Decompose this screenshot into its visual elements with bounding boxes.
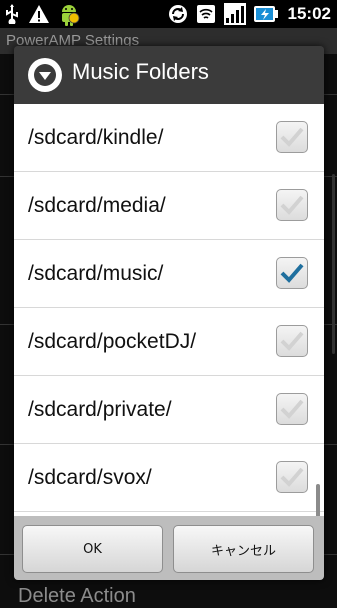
- folder-label: /sdcard/svox/: [28, 466, 152, 489]
- usb-icon: [4, 4, 20, 24]
- folder-item[interactable]: /sdcard/private/: [14, 376, 324, 444]
- folder-item[interactable]: /sdcard/svox/: [14, 444, 324, 512]
- wifi-icon: [196, 4, 216, 24]
- dialog-title: Music Folders: [72, 59, 209, 84]
- folder-item[interactable]: /sdcard/music/: [14, 240, 324, 308]
- ok-button[interactable]: OK: [22, 525, 163, 573]
- sync-icon: [168, 4, 188, 24]
- system-icons: 15:02: [168, 2, 331, 26]
- music-folders-dialog: Music Folders /sdcard/kindle/ /sdcard/me…: [14, 46, 324, 580]
- warning-icon: [28, 4, 50, 24]
- signal-icon: [223, 3, 246, 25]
- status-bar: 15:02: [0, 0, 337, 28]
- folder-label: /sdcard/pocketDJ/: [28, 330, 197, 353]
- background-item-delete-action[interactable]: Delete Action: [18, 585, 136, 608]
- folder-checkbox[interactable]: [276, 121, 308, 153]
- android-icon: [58, 2, 80, 26]
- folder-item[interactable]: /sdcard/kindle/: [14, 104, 324, 172]
- folder-label: /sdcard/private/: [28, 398, 172, 421]
- folder-checkbox[interactable]: [276, 393, 308, 425]
- folder-checkbox[interactable]: [276, 325, 308, 357]
- chevron-down-circle-icon: [28, 58, 62, 92]
- folder-checkbox[interactable]: [276, 461, 308, 493]
- background-scrollbar: [332, 174, 335, 354]
- folder-checkbox-checked[interactable]: [276, 257, 308, 289]
- folder-label: /sdcard/music/: [28, 262, 164, 285]
- clock: 15:02: [287, 4, 331, 23]
- battery-charging-icon: [253, 4, 278, 24]
- cancel-button[interactable]: キャンセル: [173, 525, 314, 573]
- folder-item[interactable]: /sdcard/pocketDJ/: [14, 308, 324, 376]
- folder-item[interactable]: /sdcard/media/: [14, 172, 324, 240]
- folder-checkbox[interactable]: [276, 189, 308, 221]
- dialog-button-bar: OK キャンセル: [14, 516, 324, 580]
- folder-label: /sdcard/kindle/: [28, 126, 164, 149]
- folder-list[interactable]: /sdcard/kindle/ /sdcard/media/ /sdcard/m…: [14, 104, 324, 550]
- folder-label: /sdcard/media/: [28, 194, 166, 217]
- dialog-header: Music Folders: [14, 46, 324, 105]
- notification-icons: [4, 2, 80, 26]
